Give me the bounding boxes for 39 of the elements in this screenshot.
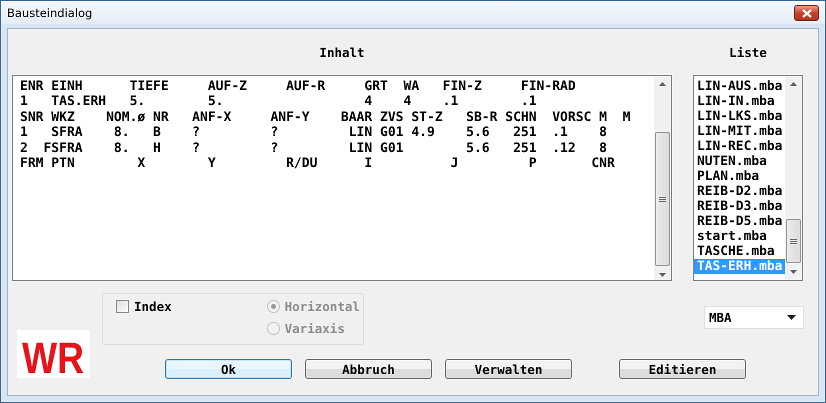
dialog-button[interactable]: Editieren xyxy=(619,359,746,379)
dialog-button[interactable]: Abbruch xyxy=(305,359,432,379)
dropdown-arrow-icon xyxy=(787,315,796,320)
dialog-button[interactable]: Ok xyxy=(165,359,292,379)
grip-icon xyxy=(659,196,666,202)
list-label: Liste xyxy=(728,44,768,60)
dialog-button[interactable]: Verwalten xyxy=(445,359,572,379)
filter-dropdown[interactable]: MBA xyxy=(704,306,804,329)
list-item[interactable]: REIB-D3.mba xyxy=(694,199,785,214)
list-item[interactable]: TASCHE.mba xyxy=(694,244,785,259)
list-item[interactable]: LIN-LKS.mba xyxy=(694,109,785,124)
list-item[interactable]: NUTEN.mba xyxy=(694,154,785,169)
text-line: FRM PTN X Y R/DU I J P CNR xyxy=(20,156,616,172)
file-listbox[interactable]: LIN-AUS.mba LIN-IN.mba LIN-LKS.mba LIN-MIT.mba LIN-REC.mba NUTEN.mba PLAN.mba REIB-D2.mba REIB-D3.mba REIB-D5.mba start.mba TASCHE.mba TAS-ERH.mba xyxy=(693,75,803,281)
content-textbox[interactable] xyxy=(12,75,672,281)
text-line: 1 SFRA 8. B ? ? LIN G01 4.9 5.6 251 .1 8 xyxy=(20,125,608,141)
scrollbar-thumb[interactable] xyxy=(655,132,670,266)
text-line: ENR EINH TIEFE AUF-Z AUF-R GRT WA FIN-Z FIN-RAD xyxy=(20,79,577,94)
content-label: Inhalt xyxy=(318,44,366,60)
list-item[interactable]: REIB-D5.mba xyxy=(694,214,785,229)
list-item[interactable]: REIB-D2.mba xyxy=(694,184,785,199)
list-item[interactable]: LIN-REC.mba xyxy=(694,139,785,154)
list-item[interactable]: start.mba xyxy=(694,229,785,244)
scrollbar[interactable] xyxy=(654,76,671,280)
list-item[interactable]: LIN-IN.mba xyxy=(694,94,785,109)
list-item[interactable]: LIN-MIT.mba xyxy=(694,124,785,139)
grip-icon xyxy=(790,238,797,244)
scrollbar[interactable] xyxy=(785,76,802,280)
close-icon xyxy=(802,8,812,18)
text-line: SNR WKZ NOM.ø NR ANF-X ANF-Y BAAR ZVS ST-Z SB-R SCHN VORSC M M xyxy=(20,110,632,126)
window-title: Bausteindialog xyxy=(7,6,94,20)
index-checkbox[interactable]: Index xyxy=(116,299,172,314)
list-item[interactable]: LIN-AUS.mba xyxy=(694,79,785,94)
text-line: 2 FSFRA 8. H ? ? LIN G01 5.6 251 .12 8 xyxy=(20,140,608,156)
text-line: 1 TAS.ERH 5. 5. 4 4 .1 .1 xyxy=(20,94,538,110)
list-item[interactable]: PLAN.mba xyxy=(694,169,785,184)
close-button[interactable] xyxy=(794,5,819,21)
scrollbar-thumb[interactable] xyxy=(786,219,801,263)
logo: WR xyxy=(17,330,90,378)
